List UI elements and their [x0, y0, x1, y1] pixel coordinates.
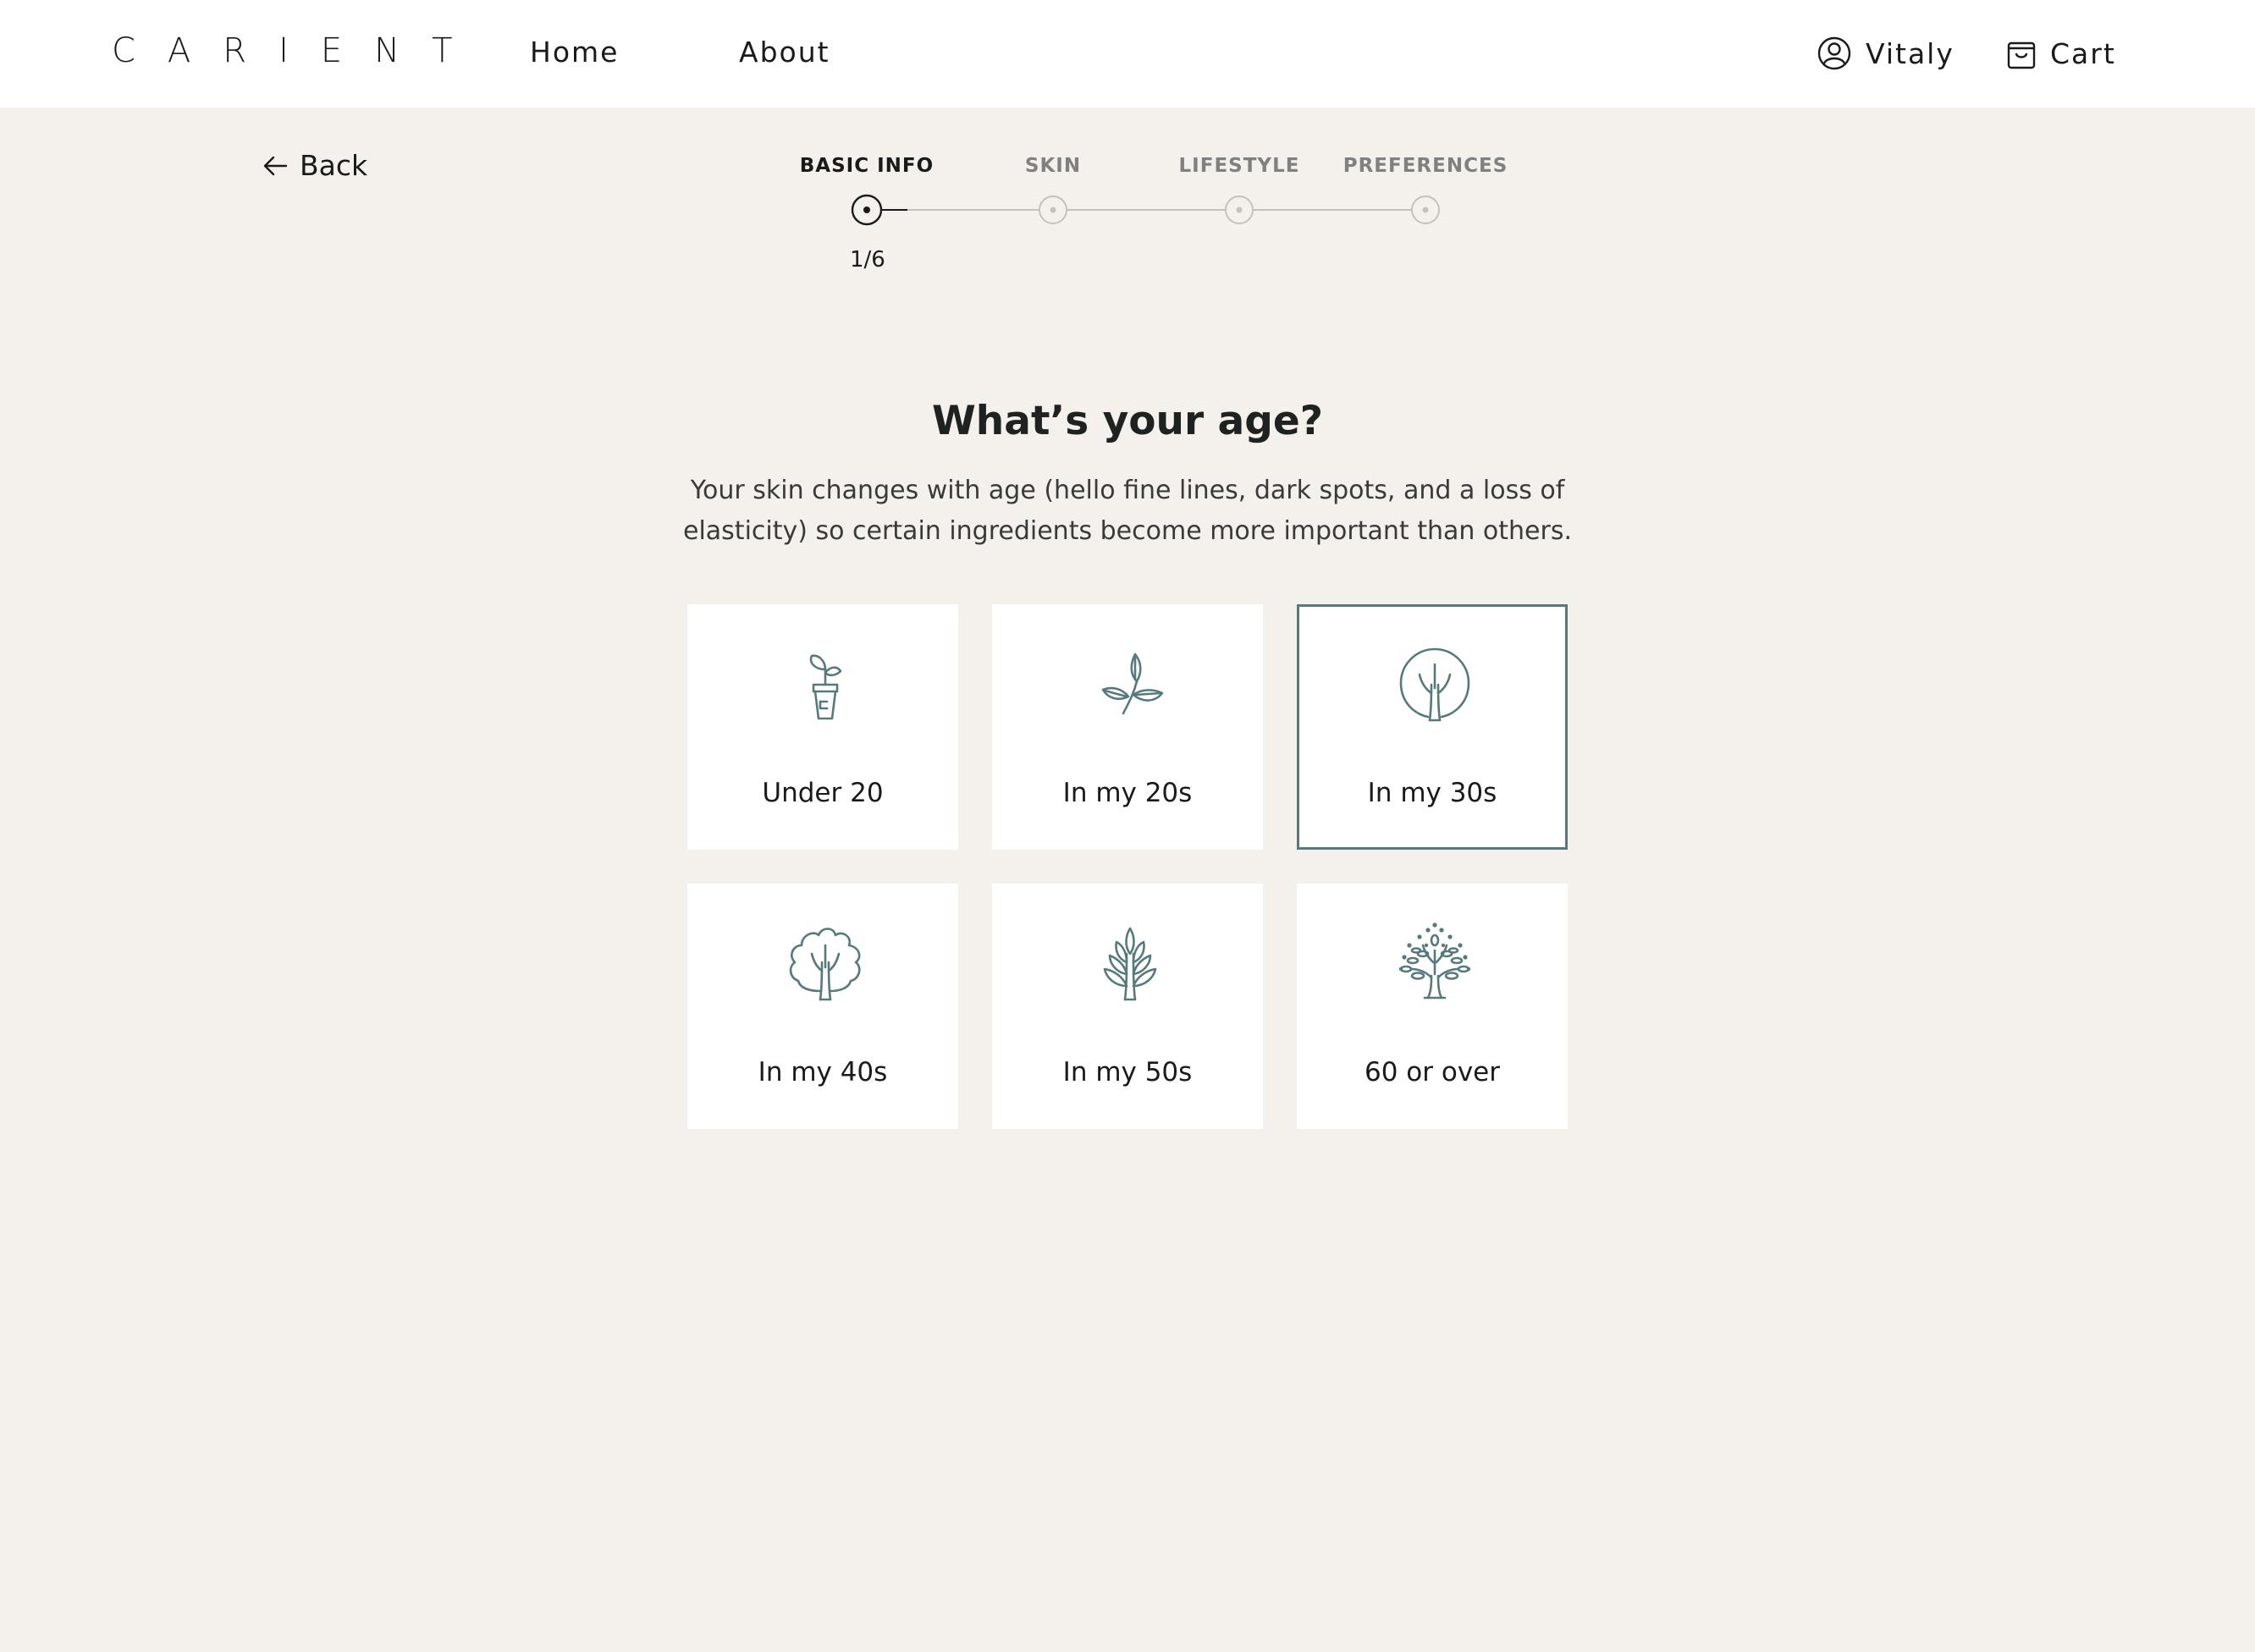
option-20s[interactable]: In my 20s — [992, 604, 1263, 850]
step-label-lifestyle: LIFESTYLE — [1178, 155, 1300, 177]
step-counter: 1/6 — [850, 247, 885, 273]
arrow-left-icon — [263, 156, 288, 176]
cart-label: Cart — [2050, 36, 2116, 70]
cart-link[interactable]: Cart — [2006, 34, 2116, 73]
step-marker-active — [851, 194, 883, 226]
step-label-preferences: PREFERENCES — [1343, 155, 1508, 177]
oak-tree-icon — [789, 928, 861, 1001]
brand-logo[interactable]: CARIENT — [112, 34, 485, 68]
nav-about-link[interactable]: About — [739, 36, 830, 69]
option-label: In my 20s — [1062, 778, 1193, 808]
option-label: 60 or over — [1365, 1057, 1500, 1088]
round-tree-icon — [1399, 647, 1470, 722]
back-button[interactable]: Back — [262, 149, 367, 183]
option-40s[interactable]: In my 40s — [687, 884, 958, 1129]
question-description: Your skin changes with age (hello fine l… — [683, 476, 1572, 546]
mature-tree-icon — [1398, 922, 1471, 999]
leafy-tree-icon — [1103, 927, 1157, 1001]
user-icon — [1817, 36, 1851, 70]
question-title: What’s your age? — [931, 398, 1324, 444]
step-label-basic-info: BASIC INFO — [799, 155, 935, 177]
option-label: In my 50s — [1062, 1057, 1193, 1088]
option-label: Under 20 — [762, 778, 884, 808]
option-label: In my 40s — [758, 1057, 888, 1088]
option-label: In my 30s — [1367, 778, 1497, 808]
account-name: Vitaly — [1866, 36, 1955, 70]
option-60-plus[interactable]: 60 or over — [1297, 884, 1568, 1129]
potted-sprout-icon — [809, 654, 842, 720]
top-navigation-bar: CARIENT Home About Vitaly Cart — [0, 0, 2255, 107]
account-link[interactable]: Vitaly — [1817, 34, 1955, 73]
back-label: Back — [300, 149, 368, 182]
nav-home-link[interactable]: Home — [530, 36, 619, 69]
step-marker-lifestyle — [1225, 195, 1254, 224]
option-30s[interactable]: In my 30s — [1297, 604, 1568, 850]
step-marker-preferences — [1411, 195, 1440, 224]
shopping-bag-icon — [2007, 41, 2036, 69]
option-under-20[interactable]: Under 20 — [687, 604, 958, 850]
option-50s[interactable]: In my 50s — [992, 884, 1263, 1129]
step-marker-skin — [1039, 195, 1067, 224]
step-label-skin: SKIN — [1024, 155, 1082, 177]
sprouting-branch-icon — [1101, 653, 1164, 715]
